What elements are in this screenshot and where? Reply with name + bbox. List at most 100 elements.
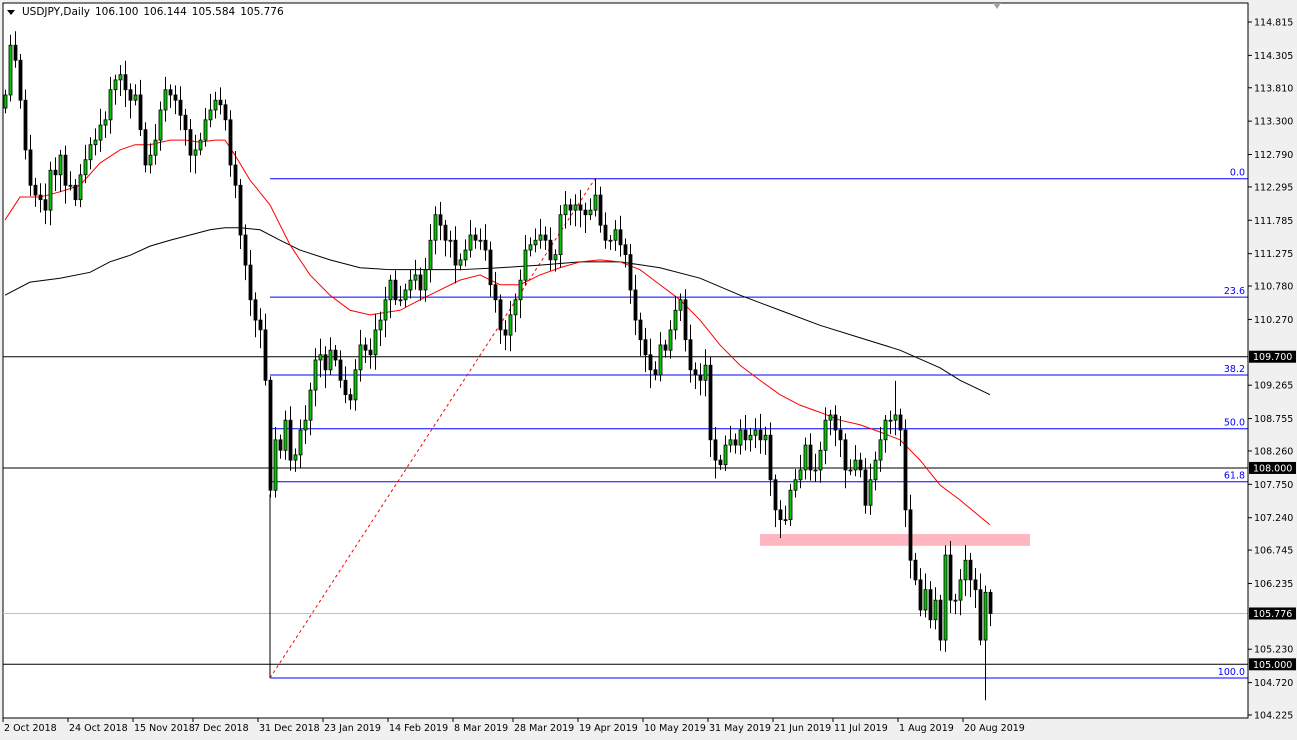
collapse-triangle-icon[interactable] [7, 10, 15, 15]
candle-bullish [94, 140, 97, 145]
candle-bearish [419, 275, 422, 290]
candle-bullish [959, 580, 962, 600]
candle-bearish [504, 330, 507, 335]
candle-bearish [184, 115, 187, 129]
candle-bullish [814, 470, 817, 471]
candle-bullish [409, 280, 412, 290]
fib-level-label: 61.8 [1224, 471, 1245, 482]
candle-bearish [324, 355, 327, 370]
candle-bullish [594, 195, 597, 210]
date-tick-label: 11 Jul 2019 [834, 723, 888, 734]
candle-bearish [19, 60, 22, 100]
candle-bearish [709, 365, 712, 440]
candle-bullish [724, 445, 727, 465]
candle-bullish [309, 390, 312, 420]
candle-bearish [584, 210, 587, 215]
candle-bullish [459, 260, 462, 265]
price-level-tag-label: 105.000 [1253, 660, 1292, 671]
price-tick-label: 109.265 [1254, 381, 1293, 392]
candle-bearish [484, 240, 487, 250]
candle-bullish [874, 460, 877, 480]
candle-bullish [399, 300, 402, 301]
price-tick-label: 112.295 [1254, 182, 1293, 193]
candle-bearish [174, 95, 177, 100]
candle-bullish [299, 430, 302, 455]
candle-bullish [514, 300, 517, 315]
candle-bullish [764, 435, 767, 440]
candle-bullish [154, 140, 157, 155]
candle-bearish [774, 480, 777, 510]
candle-bearish [169, 90, 172, 95]
price-tick-label: 114.305 [1254, 51, 1293, 62]
candle-bearish [929, 590, 932, 620]
plot-area[interactable] [3, 3, 1248, 718]
candle-bearish [234, 165, 237, 185]
candle-bullish [194, 150, 197, 155]
date-tick-label: 7 Dec 2018 [194, 723, 249, 734]
price-tick-label: 108.755 [1254, 414, 1293, 425]
candlestick-chart[interactable]: 0.023.638.250.061.8100.0114.815114.30511… [0, 0, 1297, 740]
candle-bearish [139, 95, 142, 130]
candle-bullish [449, 240, 452, 241]
candle-bullish [554, 255, 557, 260]
candle-bullish [609, 240, 612, 241]
candle-bullish [829, 415, 832, 420]
candle-bearish [54, 170, 57, 175]
candle-bearish [699, 375, 702, 380]
candle-bullish [559, 215, 562, 255]
candle-bearish [244, 235, 247, 265]
price-tick-label: 106.745 [1254, 546, 1293, 557]
candle-bullish [119, 75, 122, 80]
candle-bullish [109, 90, 112, 120]
candle-bearish [259, 320, 262, 330]
candle-bearish [899, 415, 902, 430]
candle-bearish [684, 300, 687, 340]
candle-bearish [269, 380, 272, 490]
date-tick-label: 19 Apr 2019 [579, 723, 638, 734]
candle-bearish [949, 555, 952, 600]
price-tick-label: 110.270 [1254, 315, 1293, 326]
candle-bullish [754, 430, 757, 435]
candle-bullish [384, 300, 387, 320]
candle-bullish [854, 460, 857, 470]
candle-bearish [714, 440, 717, 460]
candle-bearish [249, 265, 252, 300]
candle-bullish [869, 480, 872, 506]
candle-bearish [499, 300, 502, 330]
candle-bullish [479, 240, 482, 241]
candle-bullish [389, 280, 392, 300]
candle-bearish [649, 355, 652, 370]
date-tick-label: 21 Jun 2019 [774, 723, 831, 734]
candle-bearish [654, 370, 657, 375]
candle-bullish [104, 120, 107, 125]
candle-bullish [509, 315, 512, 335]
candle-bearish [989, 592, 992, 613]
chart-window: 0.023.638.250.061.8100.0114.815114.30511… [0, 0, 1297, 740]
date-tick-label: 31 May 2019 [709, 723, 771, 734]
candle-bullish [274, 440, 277, 490]
candle-bearish [719, 460, 722, 465]
candle-bearish [24, 100, 27, 150]
price-tick-label: 104.720 [1254, 678, 1293, 689]
price-tick-label: 113.810 [1254, 83, 1293, 94]
candle-bullish [49, 170, 52, 210]
price-tick-label: 105.230 [1254, 645, 1293, 656]
candle-bullish [679, 300, 682, 310]
candle-bearish [734, 440, 737, 445]
candle-bearish [544, 235, 547, 240]
candle-bearish [344, 380, 347, 394]
candle-bullish [469, 235, 472, 250]
support-resistance-zone[interactable] [760, 534, 1030, 546]
candle-bullish [669, 330, 672, 350]
candle-bearish [919, 580, 922, 610]
candle-bullish [749, 435, 752, 440]
candle-bullish [69, 185, 72, 186]
candle-bearish [44, 200, 47, 210]
candle-bearish [979, 590, 982, 640]
candle-bearish [279, 440, 282, 450]
candle-bullish [964, 560, 967, 580]
candle-bearish [289, 420, 292, 460]
candle-bearish [39, 195, 42, 200]
candle-bullish [529, 245, 532, 250]
ohlc-close: 105.776 [240, 6, 283, 18]
